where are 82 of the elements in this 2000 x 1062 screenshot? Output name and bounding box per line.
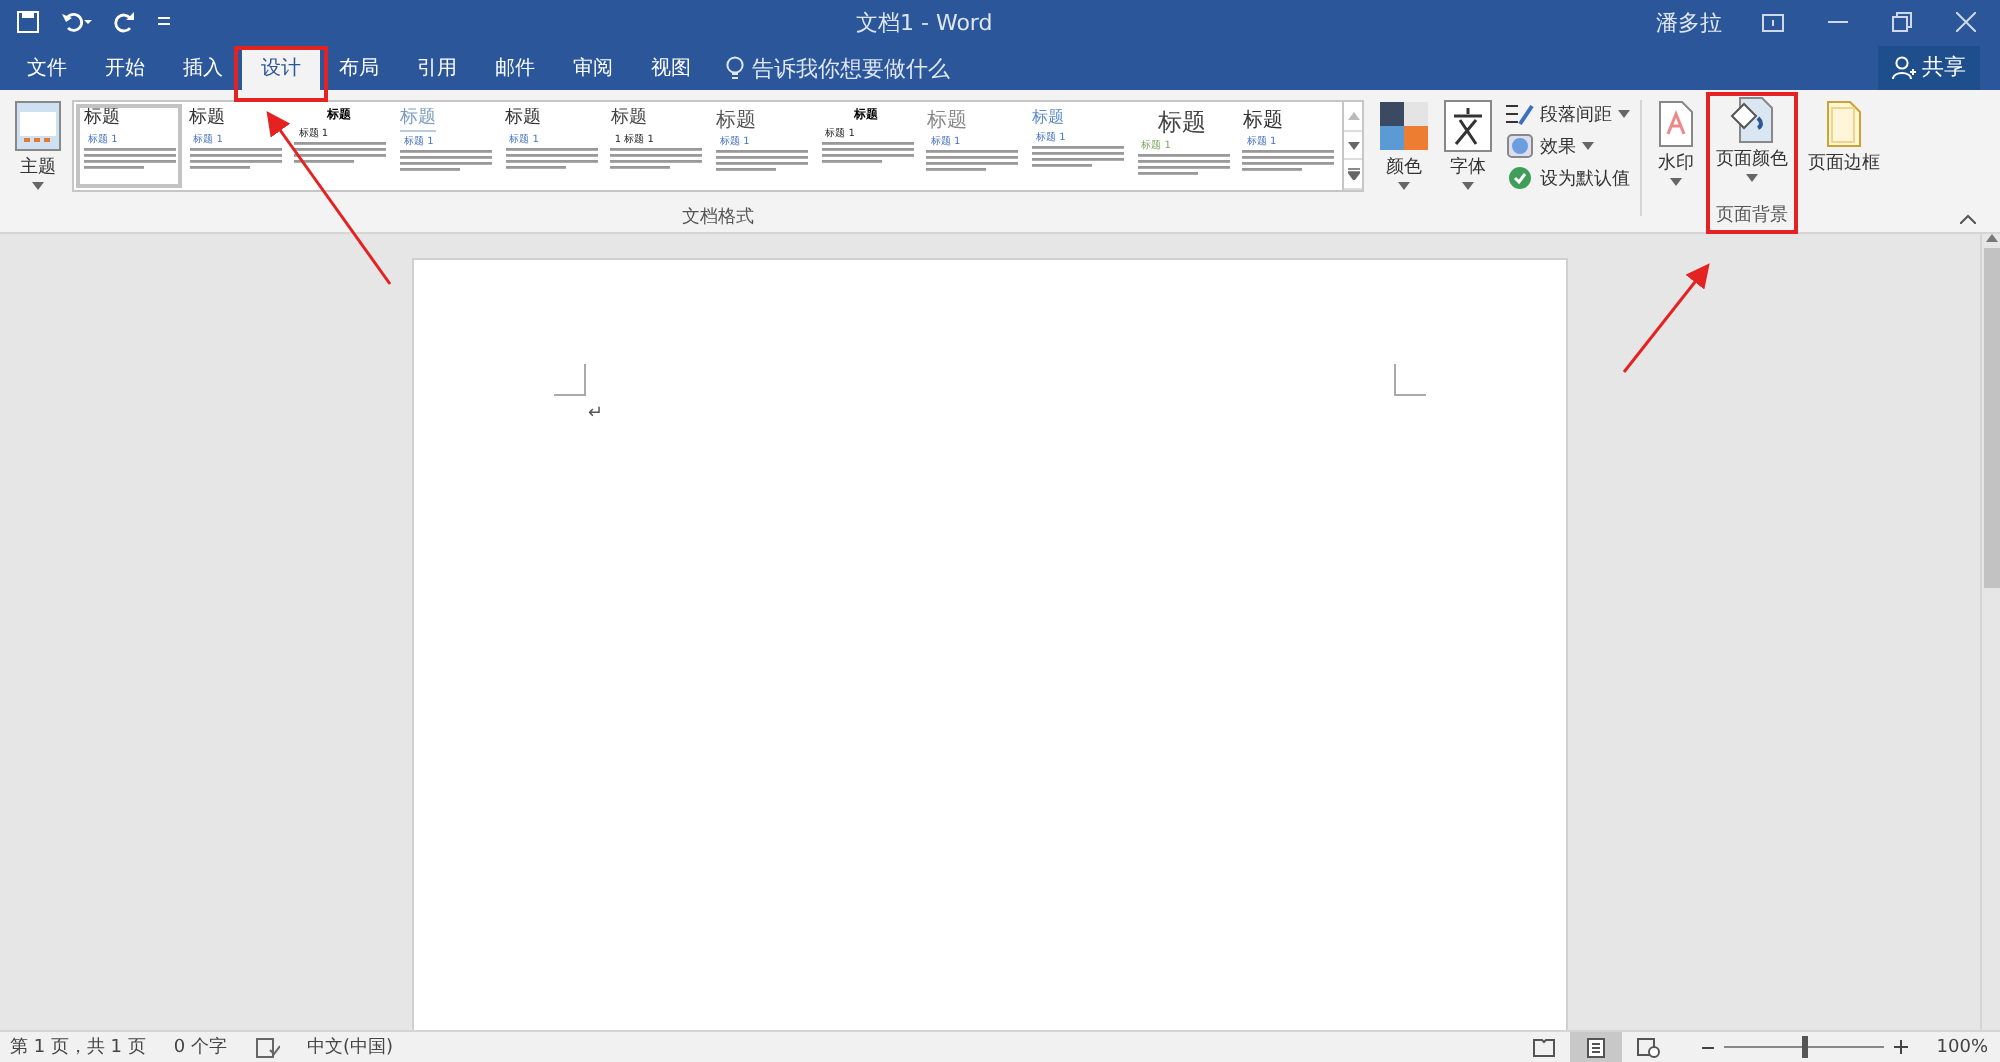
- ribbon-tab[interactable]: 布局: [320, 46, 398, 90]
- language-status[interactable]: 中文(中国): [307, 1034, 394, 1060]
- theme-icon: [14, 100, 62, 152]
- group-label: 页面背景: [1716, 203, 1788, 228]
- save-icon[interactable]: [16, 10, 40, 34]
- paragraph-spacing-icon: [1506, 102, 1534, 126]
- ribbon-small-button[interactable]: 效果: [1506, 132, 1630, 160]
- ribbon-tab[interactable]: 开始: [86, 46, 164, 90]
- proofing-icon[interactable]: [255, 1037, 279, 1057]
- text-lines-drawing: [716, 148, 809, 176]
- colors-button[interactable]: 颜色: [1374, 100, 1434, 232]
- text-lines-drawing: [610, 145, 703, 174]
- effects-icon: [1506, 134, 1534, 158]
- caret-icon: [1670, 178, 1682, 186]
- caret-icon: [1582, 142, 1594, 150]
- paint-bucket-icon: [1728, 96, 1776, 144]
- expand-icon: [1347, 168, 1359, 181]
- ribbon-tab[interactable]: 文件: [8, 46, 86, 90]
- ribbon-display-icon[interactable]: [1762, 13, 1784, 31]
- annotation-arrow: [1622, 263, 1710, 373]
- caret-icon: [1398, 182, 1410, 190]
- ribbon-small-button[interactable]: 段落间距: [1506, 100, 1630, 128]
- collapse-ribbon-icon[interactable]: [1960, 214, 1976, 224]
- page-border-icon: [1826, 100, 1862, 148]
- word-count[interactable]: 0 个字: [173, 1034, 227, 1060]
- checkmark-icon: [1506, 166, 1534, 190]
- undo-icon[interactable]: [60, 10, 92, 34]
- annotation-frame: [234, 46, 328, 102]
- margin-corner-mark: [554, 364, 586, 396]
- text-lines-drawing: [189, 145, 282, 174]
- text-lines-drawing: [821, 139, 914, 168]
- caret-down-icon: [1347, 141, 1359, 149]
- view-button[interactable]: [1570, 1032, 1623, 1062]
- text-lines-drawing: [400, 147, 493, 176]
- margin-corner-mark: [1394, 364, 1426, 396]
- caret-icon: [1746, 174, 1758, 182]
- customize-icon[interactable]: [156, 14, 172, 30]
- caret-icon: [32, 182, 44, 190]
- font-icon: [1444, 100, 1492, 152]
- text-lines-drawing: [1032, 143, 1125, 172]
- fonts-button[interactable]: 字体: [1438, 100, 1498, 232]
- ribbon-tab[interactable]: 插入: [164, 46, 242, 90]
- ribbon-button[interactable]: 页面边框: [1804, 100, 1884, 176]
- person-icon: [1892, 55, 1916, 79]
- page-count[interactable]: 第 1 页，共 1 页: [10, 1034, 146, 1060]
- ribbon-tab[interactable]: 设计: [242, 46, 320, 90]
- text-lines-drawing: [294, 139, 387, 168]
- theme-button[interactable]: 主题: [10, 100, 66, 232]
- text-lines-drawing: [1137, 152, 1230, 181]
- lightbulb-icon: [726, 56, 744, 80]
- zoom-in-icon[interactable]: [1894, 1040, 1909, 1054]
- ribbon-button[interactable]: 页面颜色: [1712, 96, 1792, 182]
- restore-icon[interactable]: [1892, 12, 1912, 32]
- ribbon-tab[interactable]: 审阅: [554, 46, 632, 90]
- tell-me-field[interactable]: 告诉我你想要做什么: [752, 53, 950, 83]
- group-label: 文档格式: [682, 205, 754, 230]
- scrollbar-thumb[interactable]: [1983, 248, 1999, 588]
- ribbon-tab[interactable]: 邮件: [476, 46, 554, 90]
- book-icon: [1532, 1037, 1557, 1057]
- text-lines-drawing: [505, 145, 598, 174]
- ribbon-button[interactable]: 水印: [1652, 100, 1700, 186]
- zoom-level[interactable]: 100%: [1936, 1037, 1988, 1057]
- ribbon-tab[interactable]: 引用: [398, 46, 476, 90]
- user-name[interactable]: 潘多拉: [1656, 7, 1722, 37]
- watermark-icon: [1656, 100, 1696, 148]
- web-layout-icon: [1636, 1037, 1661, 1057]
- minimize-icon[interactable]: [1828, 20, 1848, 24]
- ribbon-small-button[interactable]: 设为默认值: [1506, 164, 1630, 192]
- page-layout-icon: [1584, 1037, 1609, 1057]
- close-icon[interactable]: [1956, 12, 1976, 32]
- ribbon-tab[interactable]: 视图: [632, 46, 710, 90]
- text-lines-drawing: [926, 148, 1019, 176]
- text-lines-drawing: [84, 145, 176, 174]
- zoom-slider-thumb[interactable]: [1801, 1036, 1808, 1058]
- caret-icon: [1462, 182, 1474, 190]
- window-title: 文档1 - Word: [856, 7, 995, 37]
- redo-icon[interactable]: [112, 10, 136, 34]
- paragraph-mark: ↵: [588, 404, 604, 424]
- text-lines-drawing: [1242, 148, 1335, 176]
- share-button[interactable]: 共享: [1878, 45, 1980, 89]
- color-swatch-icon: [1378, 100, 1430, 152]
- caret-icon: [1618, 110, 1630, 118]
